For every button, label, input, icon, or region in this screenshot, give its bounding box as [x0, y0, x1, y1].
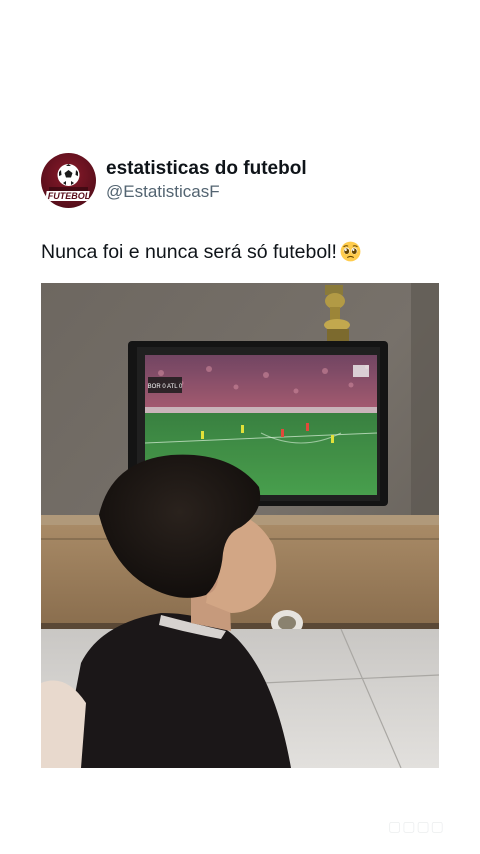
video-frame: BOR 0 ATL 0 [41, 283, 439, 768]
tweet-header: FUTEBOL estatisticas do futebol @Estatis… [41, 153, 307, 208]
tweet-text: Nunca foi e nunca será só futebol! [41, 240, 361, 264]
avatar[interactable]: FUTEBOL [41, 153, 96, 208]
tweet-screenshot: FUTEBOL estatisticas do futebol @Estatis… [0, 0, 480, 854]
display-name[interactable]: estatisticas do futebol [106, 158, 307, 180]
avatar-logo-text: FUTEBOL [48, 191, 91, 201]
video-watermark: ▢▢▢▢ [388, 818, 445, 834]
user-handle[interactable]: @EstatisticasF [106, 181, 307, 203]
author-names: estatisticas do futebol @EstatisticasF [106, 158, 307, 203]
tweet-text-content: Nunca foi e nunca será só futebol! [41, 241, 337, 263]
pleading-face-emoji-icon [340, 241, 361, 262]
futebol-logo-icon: FUTEBOL [45, 164, 91, 201]
tweet-video[interactable]: BOR 0 ATL 0 [41, 283, 439, 768]
